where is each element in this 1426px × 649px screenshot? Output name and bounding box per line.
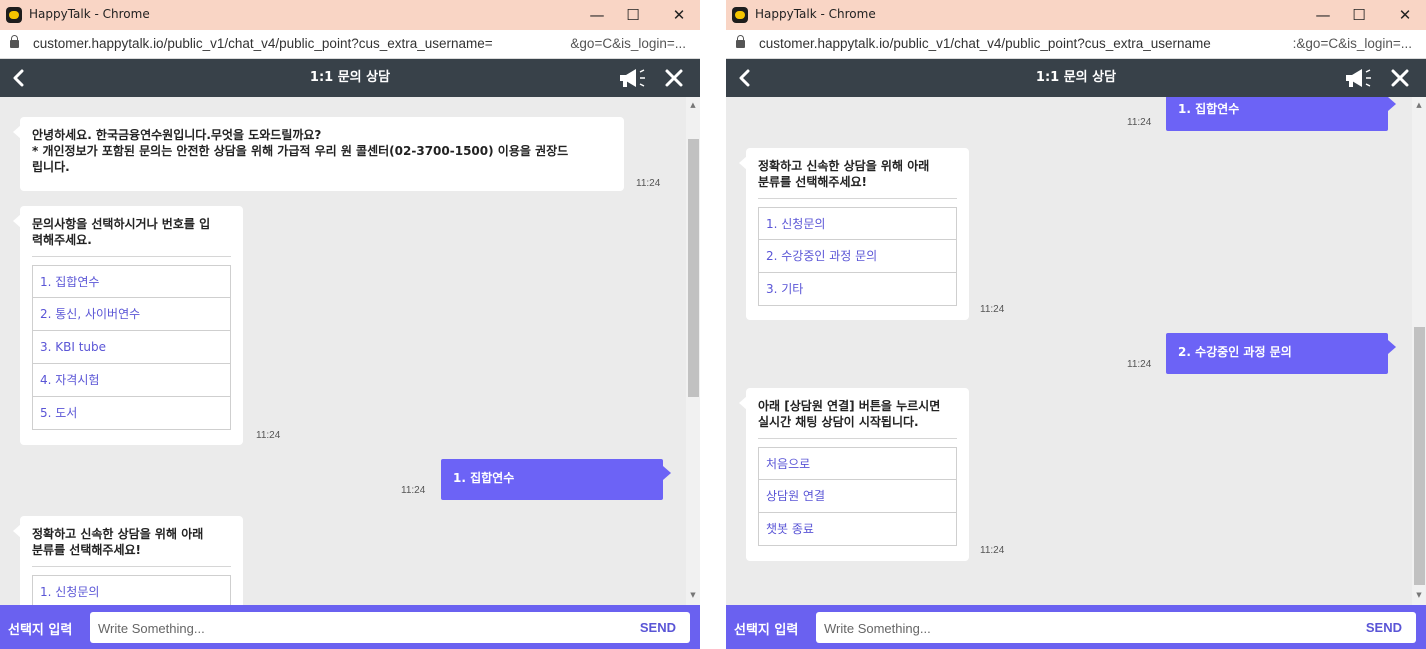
close-icon[interactable]	[664, 68, 684, 88]
scroll-up-arrow-icon[interactable]: ▲	[686, 99, 700, 111]
back-arrow-icon[interactable]	[10, 69, 28, 87]
chat-header: 1:1 문의 상담	[0, 59, 700, 97]
option-cyber-training[interactable]: 2. 통신, 사이버연수	[32, 298, 231, 331]
scroll-down-arrow-icon[interactable]: ▼	[1412, 589, 1426, 601]
option-other[interactable]: 3. 기타	[758, 273, 957, 306]
megaphone-icon[interactable]	[1343, 67, 1373, 89]
address-bar[interactable]: customer.happytalk.io/public_v1/chat_v4/…	[726, 30, 1426, 59]
lock-icon	[736, 35, 745, 48]
option-current-course-inquiry[interactable]: 2. 수강중인 과정 문의	[758, 240, 957, 273]
option-go-to-start[interactable]: 처음으로	[758, 447, 957, 480]
url-tail: :&go=C&is_login=...	[1292, 36, 1412, 51]
message-composer: SEND	[90, 612, 690, 643]
message-input[interactable]	[98, 618, 598, 638]
browser-window-left: HappyTalk - Chrome — ☐ ✕ customer.happyt…	[0, 0, 700, 649]
minimize-button[interactable]: —	[1311, 3, 1335, 27]
maximize-button[interactable]: ☐	[621, 3, 645, 27]
chat-title: 1:1 문의 상담	[1035, 70, 1117, 85]
message-time: 11:24	[256, 430, 281, 441]
scroll-up-arrow-icon[interactable]: ▲	[1412, 99, 1426, 111]
select-option-label[interactable]: 선택지 입력	[8, 619, 72, 638]
user-reply: 1. 집합연수	[1166, 97, 1396, 131]
divider	[758, 198, 957, 199]
scrollbar-thumb[interactable]	[688, 139, 699, 397]
back-arrow-icon[interactable]	[736, 69, 754, 87]
url-text: customer.happytalk.io/public_v1/chat_v4/…	[33, 36, 493, 51]
address-bar[interactable]: customer.happytalk.io/public_v1/chat_v4/…	[0, 30, 700, 59]
message-composer: SEND	[816, 612, 1416, 643]
category-options: 1. 신청문의	[32, 575, 231, 605]
option-kbi-tube[interactable]: 3. KBI tube	[32, 331, 231, 364]
menu-message: 문의사항을 선택하시거나 번호를 입 력해주세요. 1. 집합연수 2. 통신,…	[13, 206, 243, 445]
browser-window-right: HappyTalk - Chrome — ☐ ✕ customer.happyt…	[726, 0, 1426, 649]
composer-bar: 선택지 입력 SEND	[726, 605, 1426, 649]
scrollbar[interactable]: ▲ ▼	[686, 97, 700, 605]
message-line: 립니다.	[32, 160, 70, 174]
message-line: 정확하고 신속한 상담을 위해 아래	[758, 159, 930, 173]
scroll-down-arrow-icon[interactable]: ▼	[686, 589, 700, 601]
option-application-inquiry[interactable]: 1. 신청문의	[758, 207, 957, 240]
message-line: 문의사항을 선택하시거나 번호를 입	[32, 217, 211, 231]
option-group-training[interactable]: 1. 집합연수	[32, 265, 231, 298]
send-button[interactable]: SEND	[1366, 620, 1402, 635]
title-bar: HappyTalk - Chrome — ☐ ✕	[726, 0, 1426, 30]
message-time: 11:24	[980, 545, 1005, 556]
user-reply: 1. 집합연수	[441, 459, 671, 500]
happytalk-app-icon	[6, 7, 22, 23]
close-window-button[interactable]: ✕	[1393, 3, 1417, 27]
chat-area: 1. 집합연수 11:24 정확하고 신속한 상담을 위해 아래 분류를 선택해…	[726, 97, 1426, 605]
category-options: 1. 신청문의 2. 수강중인 과정 문의 3. 기타	[758, 207, 957, 306]
option-application-inquiry[interactable]: 1. 신청문의	[32, 575, 231, 605]
url-text: customer.happytalk.io/public_v1/chat_v4/…	[759, 36, 1211, 51]
user-reply: 2. 수강중인 과정 문의	[1166, 333, 1396, 374]
send-button[interactable]: SEND	[640, 620, 676, 635]
chat-title: 1:1 문의 상담	[309, 70, 391, 85]
window-title: HappyTalk - Chrome	[29, 7, 150, 21]
scrollbar[interactable]: ▲ ▼	[1412, 97, 1426, 605]
message-time: 11:24	[980, 304, 1005, 315]
message-time: 11:24	[1127, 117, 1152, 128]
message-line: 아래 [상담원 연결] 버튼을 누르시면	[758, 399, 941, 413]
scrollbar-thumb[interactable]	[1414, 327, 1425, 585]
megaphone-icon[interactable]	[617, 67, 647, 89]
divider	[758, 438, 957, 439]
message-line: 분류를 선택해주세요!	[758, 175, 868, 189]
message-line: 력해주세요.	[32, 233, 92, 247]
message-input[interactable]	[824, 618, 1324, 638]
lock-icon	[10, 35, 19, 48]
title-bar: HappyTalk - Chrome — ☐ ✕	[0, 0, 700, 30]
menu-options: 1. 집합연수 2. 통신, 사이버연수 3. KBI tube 4. 자격시험…	[32, 265, 231, 430]
option-end-chatbot[interactable]: 챗봇 종료	[758, 513, 957, 546]
message-line: 실시간 채팅 상담이 시작됩니다.	[758, 415, 919, 429]
agent-connect-message: 아래 [상담원 연결] 버튼을 누르시면 실시간 채팅 상담이 시작됩니다. 처…	[739, 388, 969, 561]
close-icon[interactable]	[1390, 68, 1410, 88]
message-line: 안녕하세요. 한국금융연수원입니다.무엇을 도와드릴까요?	[32, 128, 322, 142]
composer-bar: 선택지 입력 SEND	[0, 605, 700, 649]
message-time: 11:24	[401, 485, 426, 496]
divider	[32, 256, 231, 257]
category-message: 정확하고 신속한 상담을 위해 아래 분류를 선택해주세요! 1. 신청문의	[13, 516, 243, 605]
option-connect-agent[interactable]: 상담원 연결	[758, 480, 957, 513]
chat-area: 안녕하세요. 한국금융연수원입니다.무엇을 도와드릴까요? * 개인정보가 포함…	[0, 97, 700, 605]
message-line: * 개인정보가 포함된 문의는 안전한 상담을 위해 가급적 우리 원 콜센터(…	[32, 144, 569, 158]
chat-header: 1:1 문의 상담	[726, 59, 1426, 97]
happytalk-app-icon	[732, 7, 748, 23]
minimize-button[interactable]: —	[585, 3, 609, 27]
message-time: 11:24	[636, 178, 661, 189]
select-option-label[interactable]: 선택지 입력	[734, 619, 798, 638]
agent-options: 처음으로 상담원 연결 챗봇 종료	[758, 447, 957, 546]
message-time: 11:24	[1127, 359, 1152, 370]
window-title: HappyTalk - Chrome	[755, 7, 876, 21]
message-line: 분류를 선택해주세요!	[32, 543, 142, 557]
close-window-button[interactable]: ✕	[667, 3, 691, 27]
option-books[interactable]: 5. 도서	[32, 397, 231, 430]
divider	[32, 566, 231, 567]
category-message: 정확하고 신속한 상담을 위해 아래 분류를 선택해주세요! 1. 신청문의 2…	[739, 148, 969, 320]
greeting-message: 안녕하세요. 한국금융연수원입니다.무엇을 도와드릴까요? * 개인정보가 포함…	[13, 117, 624, 191]
maximize-button[interactable]: ☐	[1347, 3, 1371, 27]
url-tail: &go=C&is_login=...	[570, 36, 686, 51]
option-certification-exam[interactable]: 4. 자격시험	[32, 364, 231, 397]
message-line: 정확하고 신속한 상담을 위해 아래	[32, 527, 204, 541]
